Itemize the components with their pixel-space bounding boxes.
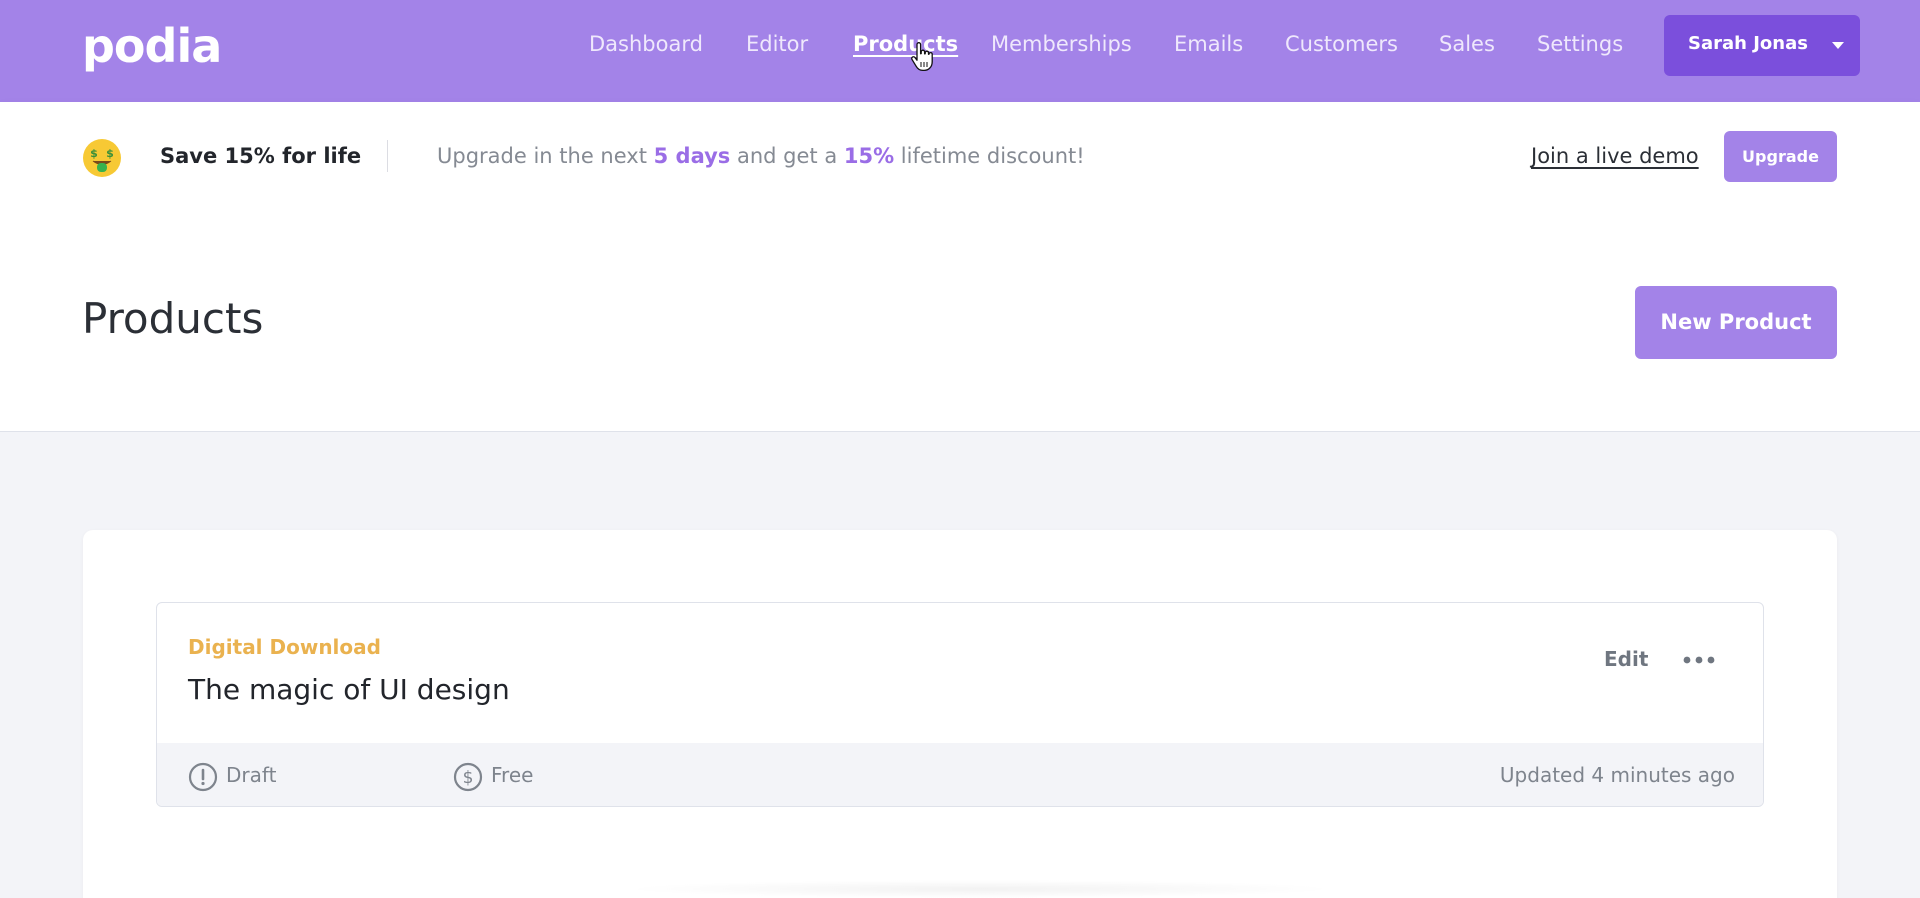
- hand-pointer-cursor-icon: [911, 42, 933, 72]
- promo-title: Save 15% for life: [160, 144, 362, 168]
- top-nav: podia Dashboard Editor Products Membersh…: [0, 0, 1920, 102]
- nav-item-products[interactable]: Products: [853, 32, 958, 56]
- edit-product-button[interactable]: Edit: [1604, 647, 1648, 671]
- product-status-label: Draft: [226, 763, 277, 787]
- new-product-button[interactable]: New Product: [1635, 286, 1837, 359]
- upgrade-button[interactable]: Upgrade: [1724, 131, 1837, 182]
- svg-text:$: $: [106, 147, 114, 160]
- product-updated-time: Updated 4 minutes ago: [1499, 763, 1735, 787]
- promo-discount: 15%: [843, 144, 895, 168]
- promo-text-middle: and get a: [730, 144, 844, 168]
- nav-item-sales[interactable]: Sales: [1439, 32, 1495, 56]
- nav-item-emails[interactable]: Emails: [1174, 32, 1243, 56]
- promo-text-before: Upgrade in the next: [437, 144, 654, 168]
- nav-item-customers[interactable]: Customers: [1285, 32, 1398, 56]
- page-header: Products New Product: [0, 212, 1920, 432]
- alert-circle-icon: [188, 762, 218, 792]
- money-mouth-face-icon: $ $: [83, 139, 121, 177]
- user-name: Sarah Jonas: [1688, 33, 1808, 54]
- nav-links: Dashboard Editor Products Memberships Em…: [0, 0, 1650, 90]
- svg-text:$: $: [90, 147, 98, 160]
- svg-text:$: $: [463, 768, 474, 788]
- nav-item-memberships[interactable]: Memberships: [991, 32, 1132, 56]
- join-live-demo-link[interactable]: Join a live demo: [1531, 144, 1699, 168]
- product-price-label: Free: [491, 763, 534, 787]
- product-card-footer: Draft $ Free Updated 4 minutes ago: [157, 743, 1763, 806]
- nav-item-settings[interactable]: Settings: [1537, 32, 1623, 56]
- more-options-icon[interactable]: [1679, 645, 1719, 675]
- promo-text-after: lifetime discount!: [894, 144, 1085, 168]
- dollar-circle-icon: $: [453, 762, 483, 792]
- product-card[interactable]: Digital Download The magic of UI design …: [156, 602, 1764, 807]
- nav-item-editor[interactable]: Editor: [746, 32, 808, 56]
- products-panel: Digital Download The magic of UI design …: [83, 530, 1837, 898]
- chevron-down-icon: [1832, 42, 1844, 49]
- promo-days: 5 days: [653, 144, 731, 168]
- promo-divider: [387, 140, 388, 172]
- user-menu-button[interactable]: Sarah Jonas: [1664, 15, 1860, 76]
- nav-item-dashboard[interactable]: Dashboard: [589, 32, 703, 56]
- page-title: Products: [82, 294, 264, 343]
- product-title[interactable]: The magic of UI design: [188, 673, 510, 706]
- upgrade-banner: $ $ Save 15% for life Upgrade in the nex…: [0, 102, 1920, 212]
- loading-shadow: [620, 880, 1340, 898]
- promo-message: Upgrade in the next 5 days and get a 15%…: [437, 144, 1085, 168]
- product-type: Digital Download: [188, 635, 381, 659]
